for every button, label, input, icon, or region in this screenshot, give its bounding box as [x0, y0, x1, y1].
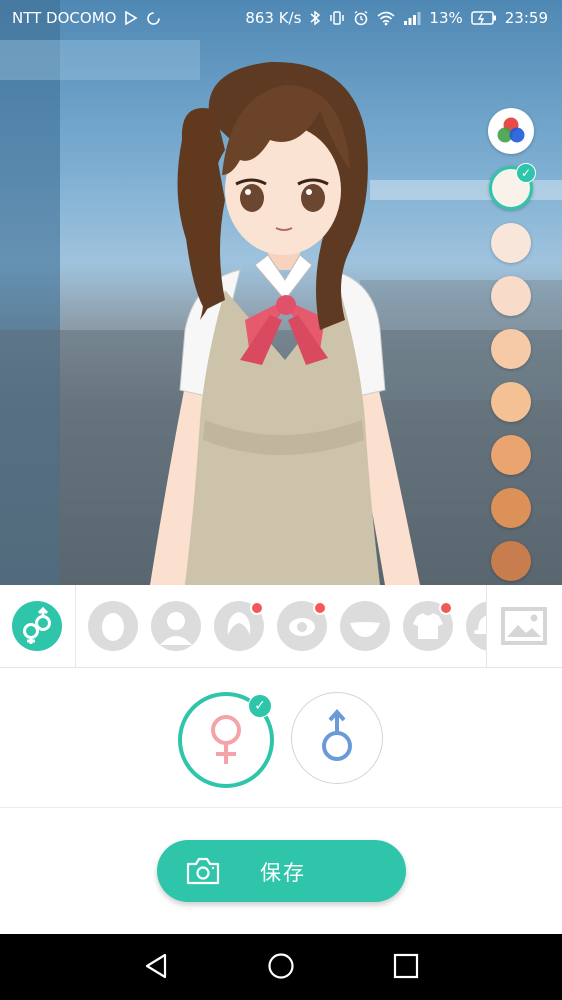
mouth-icon [350, 622, 380, 637]
female-option[interactable]: ✓ [178, 692, 274, 788]
clock: 23:59 [504, 9, 548, 27]
navigation-bar [0, 934, 562, 1000]
carrier-name: NTT DOCOMO [12, 9, 117, 27]
gender-icon [23, 606, 51, 644]
wifi-icon [377, 11, 395, 25]
category-button[interactable] [340, 601, 390, 651]
selected-check-icon: ✓ [516, 163, 536, 183]
skin-color-swatches: ✓ [488, 108, 536, 585]
bluetooth-icon [310, 10, 321, 26]
avatar-preview-scene[interactable]: ✓ [0, 0, 562, 585]
skin-swatch[interactable] [491, 276, 531, 316]
skin-swatch[interactable]: ✓ [489, 163, 536, 210]
camera-icon [186, 857, 220, 885]
new-badge [439, 601, 453, 615]
network-speed: 863 K/s [245, 9, 302, 27]
rgb-color-wheel-icon [497, 117, 525, 143]
loading-icon [147, 11, 161, 25]
category-button[interactable] [151, 601, 201, 651]
new-badge [250, 601, 264, 615]
category-list [88, 601, 486, 651]
alarm-icon [355, 10, 368, 26]
skin-swatch[interactable] [491, 223, 531, 263]
category-button[interactable] [466, 601, 486, 651]
skin-swatch[interactable] [491, 488, 531, 528]
selected-check-icon: ✓ [248, 694, 272, 718]
character-illustration [0, 0, 562, 585]
head-silhouette-icon [160, 612, 192, 645]
skin-swatch[interactable] [491, 382, 531, 422]
skin-swatch[interactable] [491, 329, 531, 369]
recents-icon[interactable] [393, 952, 419, 980]
hat-icon [474, 615, 486, 634]
toolbar-divider-right [486, 585, 487, 667]
category-button[interactable] [88, 601, 138, 651]
category-toolbar [0, 585, 562, 668]
male-option[interactable] [291, 692, 383, 784]
home-icon[interactable] [267, 952, 295, 980]
category-button[interactable] [214, 601, 264, 651]
status-bar: NTT DOCOMO 863 K/s 13% 23:59 [0, 0, 562, 38]
male-icon [322, 708, 352, 761]
skin-swatch[interactable] [491, 541, 531, 581]
save-button[interactable]: 保存 [157, 840, 406, 902]
category-button[interactable] [403, 601, 453, 651]
battery-charging-icon [471, 11, 496, 25]
gender-selection-panel: ✓ [0, 667, 562, 808]
new-badge [313, 601, 327, 615]
color-picker-button[interactable] [488, 108, 534, 154]
back-icon[interactable] [143, 952, 169, 980]
toolbar-divider [75, 585, 76, 667]
save-label: 保存 [260, 861, 306, 885]
category-button[interactable] [277, 601, 327, 651]
image-icon [501, 607, 547, 645]
battery-percent: 13% [429, 9, 463, 27]
face-shape-icon [102, 613, 124, 641]
signal-icon [404, 12, 421, 25]
background-image-button[interactable] [498, 603, 550, 649]
skin-swatch[interactable] [491, 435, 531, 475]
play-store-icon [125, 11, 138, 25]
gender-category-button[interactable] [12, 601, 62, 651]
vibrate-icon [330, 11, 345, 25]
